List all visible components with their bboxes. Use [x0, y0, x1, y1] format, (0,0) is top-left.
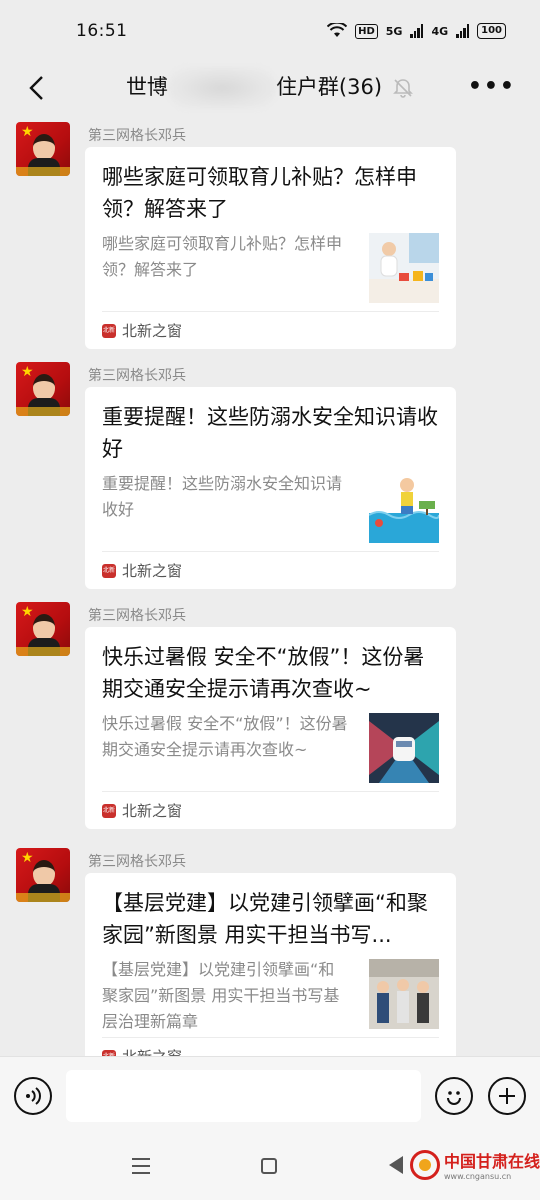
article-card[interactable]: 重要提醒！这些防溺水安全知识请收好 重要提醒！这些防溺水安全知识请收好 北新 北…	[85, 387, 456, 589]
article-thumbnail	[369, 959, 439, 1029]
net-4g-label: 4G	[431, 24, 449, 38]
article-title: 【基层党建】以党建引领擘画“和聚家园”新图景 用实干担当书写...	[102, 891, 428, 947]
source-name: 北新之窗	[122, 1046, 182, 1056]
article-title: 重要提醒！这些防溺水安全知识请收好	[102, 405, 438, 461]
article-source: 北新 北新之窗	[102, 551, 439, 589]
avatar[interactable]: ★	[16, 122, 70, 176]
star-icon: ★	[21, 604, 34, 620]
article-desc: 重要提醒！这些防溺水安全知识请收好	[102, 474, 343, 519]
sender-name: 第三网格长邓兵	[88, 608, 186, 624]
article-desc: 快乐过暑假 安全不“放假”！这份暑期交通安全提示请再次查收~	[102, 714, 348, 759]
star-icon: ★	[21, 364, 34, 380]
article-title: 快乐过暑假 安全不“放假”！这份暑期交通安全提示请再次查收~	[102, 645, 425, 701]
wifi-icon	[327, 23, 348, 37]
emoji-button[interactable]	[435, 1077, 473, 1115]
article-card[interactable]: 【基层党建】以党建引领擘画“和聚家园”新图景 用实干担当书写... 【基层党建】…	[85, 873, 456, 1056]
watermark-url: www.cngansu.cn	[444, 1172, 512, 1181]
article-source: 北新 北新之窗	[102, 1037, 439, 1056]
blurred-region	[167, 67, 276, 109]
input-bar	[0, 1056, 540, 1138]
article-source: 北新 北新之窗	[102, 791, 439, 829]
chat-title-text: 世博 住户群(36)	[126, 67, 382, 109]
avatar[interactable]: ★	[16, 848, 70, 902]
article-desc: 【基层党建】以党建引领擘画“和聚家园”新图景 用实干担当书写基层治理新篇章	[102, 960, 340, 1031]
sender-name: 第三网格长邓兵	[88, 368, 186, 384]
more-icon: •••	[467, 74, 516, 99]
source-logo-icon: 北新	[102, 803, 116, 818]
chat-list[interactable]: ★ 第三网格长邓兵 哪些家庭可领取育儿补贴？怎样申领？解答来了 哪些家庭可领取育…	[0, 114, 540, 1056]
signal-icon-2	[456, 24, 470, 38]
bell-off-icon	[393, 79, 413, 98]
title-suffix: 住户群(36)	[275, 75, 383, 99]
source-name: 北新之窗	[122, 562, 183, 580]
avatar[interactable]: ★	[16, 362, 70, 416]
more-button[interactable]: •••	[468, 74, 516, 99]
system-nav-bar: 中国甘肃在线 www.cngansu.cn	[0, 1138, 540, 1200]
title-prefix: 世博	[125, 75, 168, 99]
avatar[interactable]: ★	[16, 602, 70, 656]
source-name: 北新之窗	[122, 802, 183, 820]
chat-header: 世博 住户群(36) •••	[0, 62, 540, 114]
back-triangle-icon[interactable]	[389, 1156, 403, 1174]
article-card[interactable]: 快乐过暑假 安全不“放假”！这份暑期交通安全提示请再次查收~ 快乐过暑假 安全不…	[85, 627, 456, 829]
emoji-icon	[447, 1091, 461, 1105]
article-title: 哪些家庭可领取育儿补贴？怎样申领？解答来了	[102, 165, 417, 221]
sender-name: 第三网格长邓兵	[88, 128, 186, 144]
message-input[interactable]	[66, 1070, 421, 1122]
net-5g-label: 5G	[385, 24, 403, 38]
signal-icon	[410, 24, 424, 38]
add-button[interactable]	[488, 1077, 526, 1115]
hd-badge: HD	[355, 23, 378, 39]
back-button[interactable]	[22, 74, 50, 102]
article-thumbnail	[369, 233, 439, 303]
source-name: 北新之窗	[122, 322, 183, 340]
article-card[interactable]: 哪些家庭可领取育儿补贴？怎样申领？解答来了 哪些家庭可领取育儿补贴？怎样申领？解…	[85, 147, 456, 349]
battery-indicator: 100	[477, 23, 506, 39]
plus-icon	[499, 1088, 515, 1104]
chevron-left-icon	[29, 76, 43, 100]
chat-title: 世博 住户群(36)	[126, 67, 414, 109]
sender-name: 第三网格长邓兵	[88, 854, 186, 870]
source-logo-icon: 北新	[102, 323, 116, 338]
star-icon: ★	[21, 124, 34, 140]
menu-icon[interactable]	[132, 1158, 150, 1179]
article-desc: 哪些家庭可领取育儿补贴？怎样申领？解答来了	[102, 234, 343, 279]
article-thumbnail	[369, 713, 439, 783]
star-icon: ★	[21, 850, 34, 866]
watermark: 中国甘肃在线 www.cngansu.cn	[410, 1148, 540, 1181]
home-icon[interactable]	[261, 1158, 277, 1174]
watermark-logo-icon	[410, 1149, 440, 1180]
article-thumbnail	[369, 473, 439, 543]
status-icons: HD 5G 4G 100	[327, 23, 506, 39]
voice-button[interactable]	[14, 1077, 52, 1115]
status-time: 16:51	[76, 21, 128, 41]
source-logo-icon: 北新	[102, 563, 116, 578]
voice-icon	[26, 1087, 41, 1105]
status-bar: 16:51 HD 5G 4G 100	[0, 0, 540, 62]
watermark-text: 中国甘肃在线	[444, 1152, 540, 1171]
article-source: 北新 北新之窗	[102, 311, 439, 349]
